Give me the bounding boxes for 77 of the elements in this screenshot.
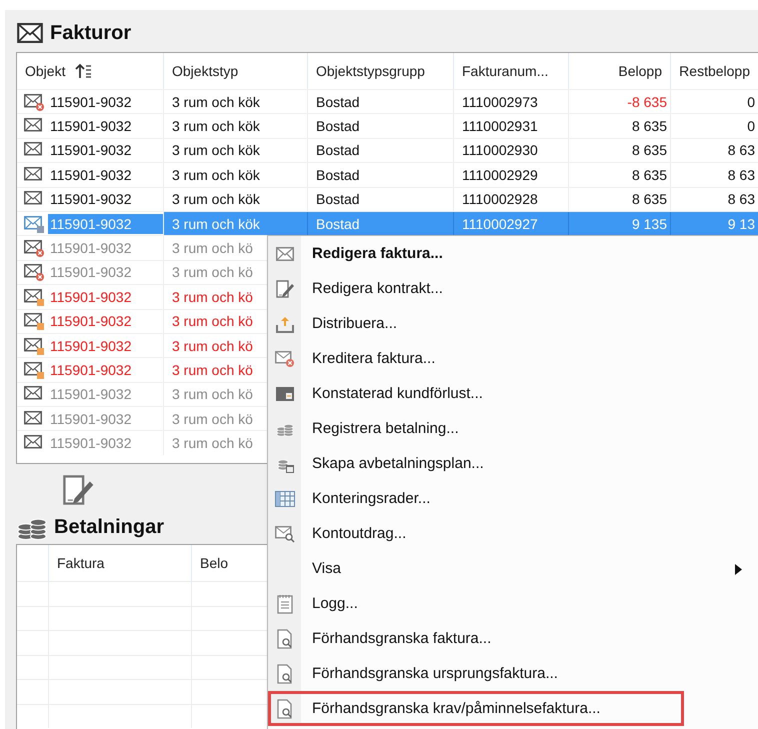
table-cell-text: 115901-9032 xyxy=(49,312,132,332)
table-cell: 3 rum och kök xyxy=(164,90,308,114)
table-cell-text: 115901-9032 xyxy=(49,434,132,454)
table-cell: Bostad xyxy=(308,212,454,236)
table-cell-text: 115901-9032 xyxy=(49,117,132,136)
table-cell: 9 135 xyxy=(569,212,671,236)
table-cell-text: 115901-9032 xyxy=(49,385,132,404)
table-cell-text: 115901-9032 xyxy=(49,360,132,380)
table-cell-text: 115901-9032 xyxy=(49,288,132,307)
document-search-icon xyxy=(276,698,294,718)
table-cell: Bostad xyxy=(308,188,454,211)
column-header[interactable]: Restbelopp xyxy=(671,53,758,89)
table-cell-text: 115901-9032 xyxy=(49,190,132,210)
table-cell: Bostad xyxy=(308,163,454,187)
envelope-x-icon xyxy=(23,238,45,258)
envelope-flag-icon xyxy=(23,336,45,356)
envelope-icon xyxy=(16,23,44,43)
section-title: Fakturor xyxy=(50,22,132,44)
column-header[interactable]: Objekt xyxy=(17,53,164,89)
table-grid-icon xyxy=(274,490,294,506)
table-cell-text: 115901-9032 xyxy=(49,92,132,112)
table-cell: Bostad xyxy=(308,114,454,138)
table-cell: 3 rum och kök xyxy=(164,212,308,236)
table-cell-text: 115901-9032 xyxy=(49,410,132,429)
table-cell: 3 rum och kök xyxy=(164,188,308,211)
table-cell: 8 63 xyxy=(671,163,758,187)
sort-ascending-icon[interactable] xyxy=(75,63,94,79)
table-cell: 1110002973 xyxy=(454,90,569,114)
column-header[interactable]: Objektstypsgrupp xyxy=(308,53,454,89)
column-header[interactable]: Belopp xyxy=(569,53,671,89)
table-cell-text: 115901-9032 xyxy=(49,263,132,282)
table-cell-text: 115901-9032 xyxy=(49,141,132,160)
card-icon xyxy=(276,386,294,402)
table-cell: 8 635 xyxy=(569,114,671,138)
table-cell: 1110002928 xyxy=(454,188,569,211)
table-cell: 0 xyxy=(671,90,758,114)
table-cell: 3 rum och kök xyxy=(164,114,308,138)
table-cell: 1110002929 xyxy=(454,163,569,187)
document-search-icon xyxy=(276,664,294,684)
table-cell-text: 115901-9032 xyxy=(49,239,132,258)
table-cell: -8 635 xyxy=(569,90,671,114)
table-cell: 8 635 xyxy=(569,188,671,211)
table-cell: 8 63 xyxy=(671,188,758,211)
column-header[interactable]: Faktura xyxy=(49,545,192,581)
table-cell: 8 635 xyxy=(569,163,671,187)
menu-item[interactable]: Förhandsgranska krav/påminnelsefaktura... xyxy=(268,691,684,726)
table-cell: 8 63 xyxy=(671,138,758,162)
envelope-search-icon xyxy=(274,524,294,542)
table-cell: Bostad xyxy=(308,138,454,162)
document-search-icon xyxy=(276,628,294,648)
envelope-flag-icon xyxy=(23,286,45,307)
envelope-x-icon xyxy=(23,92,45,112)
edit-document-icon xyxy=(274,278,294,298)
table-cell: 3 rum och kök xyxy=(164,163,308,187)
edit-document-icon[interactable] xyxy=(61,473,95,507)
column-header[interactable]: Fakturanum... xyxy=(454,53,569,89)
table-cell: 8 635 xyxy=(569,138,671,162)
table-cell: 3 rum och kök xyxy=(164,138,308,162)
table-cell: 1110002927 xyxy=(454,212,569,236)
envelope-x-icon xyxy=(23,262,45,282)
table-cell: 1110002930 xyxy=(454,138,569,162)
table-cell-text: 115901-9032 xyxy=(49,166,132,185)
column-header[interactable]: Objektstyp xyxy=(164,53,308,89)
envelope-flag-icon xyxy=(23,360,45,380)
upload-tray-icon xyxy=(276,314,294,332)
table-cell: 9 13 xyxy=(671,212,758,236)
envelope-flag-icon xyxy=(23,311,45,332)
table-cell-text: 115901-9032 xyxy=(49,336,132,356)
envelope-icon xyxy=(276,246,294,260)
envelope-icon xyxy=(23,214,45,234)
table-cell: 0 xyxy=(671,114,758,138)
table-cell: 115901-9032 xyxy=(48,214,163,234)
notepad-icon xyxy=(276,594,292,614)
envelope-x-icon xyxy=(274,350,294,368)
section-title: Betalningar xyxy=(54,516,164,538)
table-cell: 1110002931 xyxy=(454,114,569,138)
table-cell: Bostad xyxy=(308,90,454,114)
